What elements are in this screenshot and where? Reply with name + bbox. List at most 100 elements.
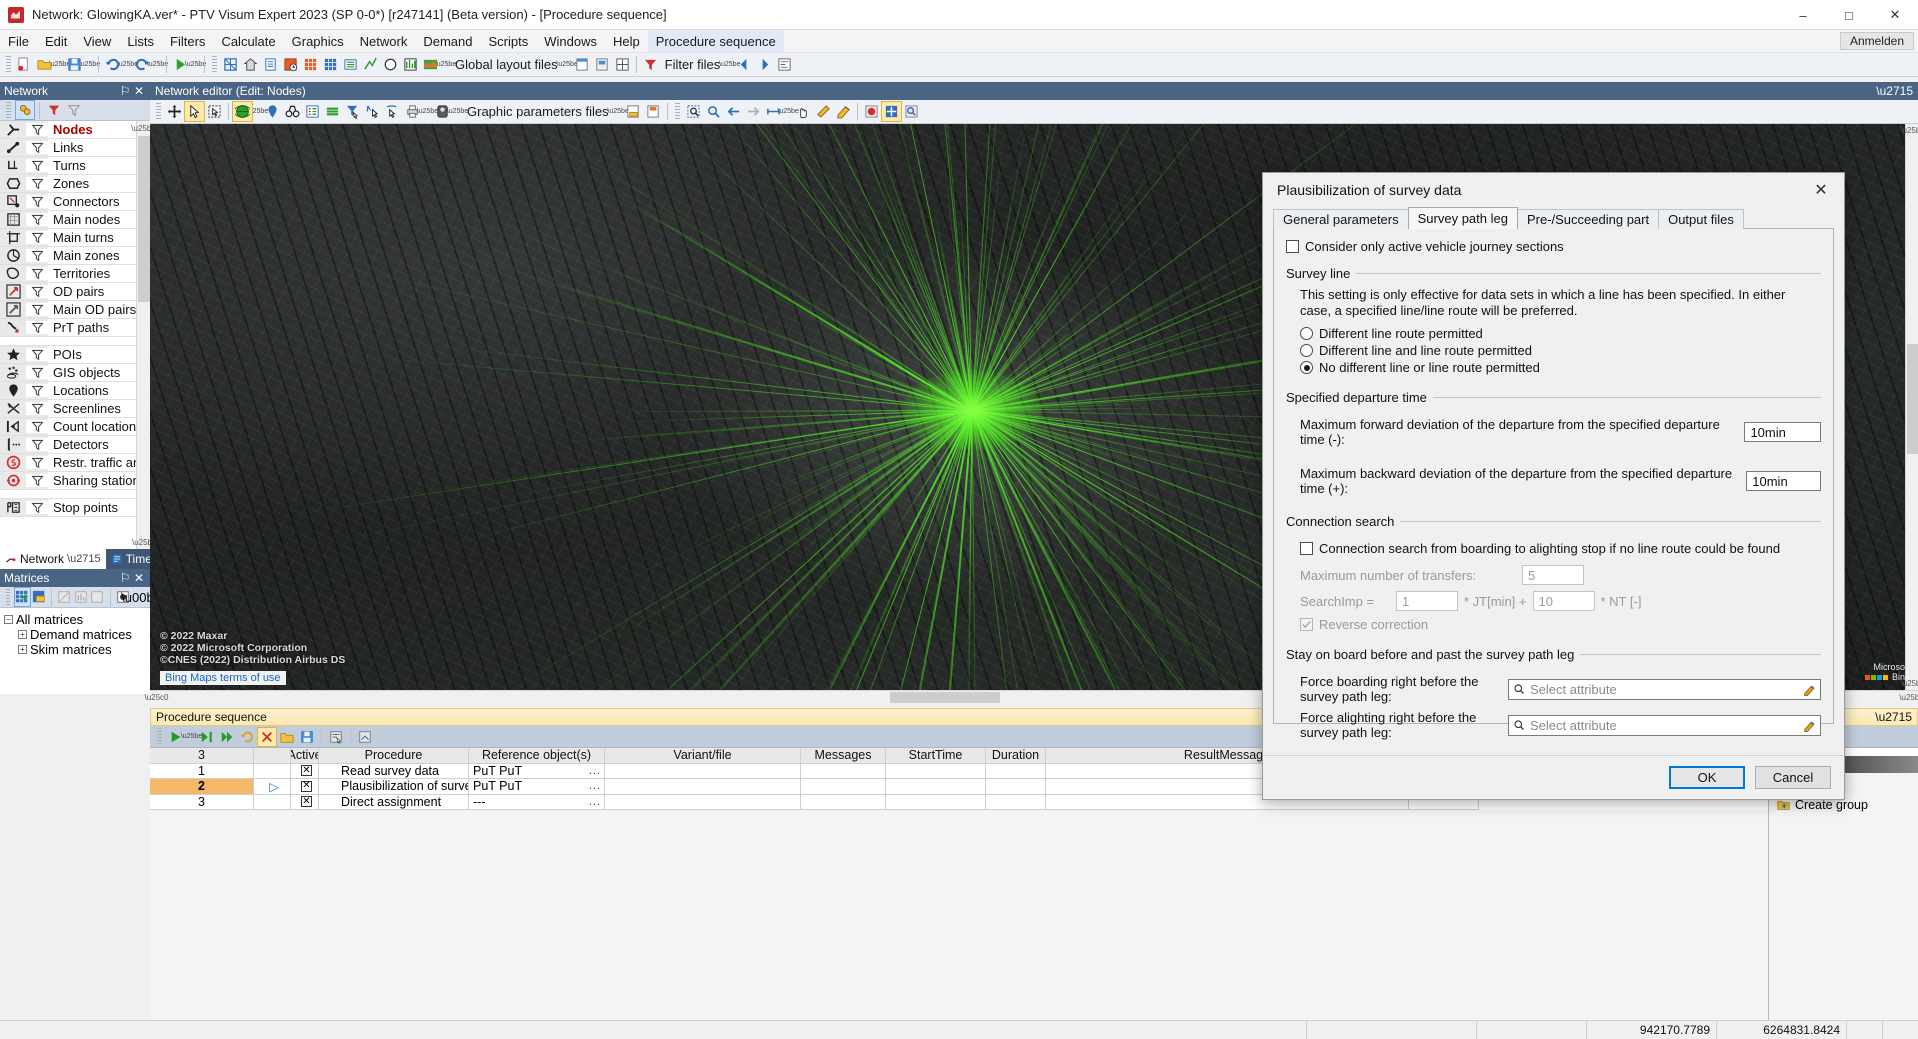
procedure-row-reference[interactable]: PuT PuT...: [469, 779, 605, 795]
backward-deviation-input[interactable]: 10min: [1746, 471, 1821, 491]
procedure-column-header-variant-file[interactable]: Variant/file: [605, 748, 801, 764]
procedure-row-marker[interactable]: ▷: [254, 779, 291, 795]
matrix-bars-icon[interactable]: [74, 588, 89, 606]
measure-ruler-icon[interactable]: [814, 102, 833, 121]
map-scroll-right-icon[interactable]: \u25b6: [1899, 691, 1918, 704]
editor-toolbar-grip-2[interactable]: [674, 103, 680, 120]
open-file-chevron-down-icon[interactable]: \u25be: [49, 55, 70, 74]
menu-item-help[interactable]: Help: [605, 30, 648, 52]
procedure-row-reference[interactable]: ---...: [469, 794, 605, 810]
menu-item-calculate[interactable]: Calculate: [213, 30, 283, 52]
network-item-main-nodes[interactable]: Main nodes: [0, 211, 150, 229]
dialog-tab-survey-path-leg[interactable]: Survey path leg: [1407, 207, 1518, 229]
procedure-reference-ellipsis-button[interactable]: ...: [586, 796, 604, 808]
bar-chart-icon[interactable]: [401, 55, 420, 74]
procedure-row-duration[interactable]: [986, 794, 1046, 810]
matrix-tree-item-all-matrices[interactable]: − All matrices: [4, 612, 150, 627]
procedure-row-starttime[interactable]: [886, 794, 986, 810]
network-item-filter-icon[interactable]: [26, 141, 48, 154]
global-layout-chevron-down-icon[interactable]: \u25be: [435, 55, 456, 74]
connection-search-checkbox[interactable]: [1300, 542, 1313, 555]
network-item-main-turns[interactable]: Main turns: [0, 229, 150, 247]
dialog-tab-output-files[interactable]: Output files: [1658, 209, 1744, 229]
editor-toolbar-grip[interactable]: [156, 103, 161, 120]
network-item-filter-icon[interactable]: [26, 123, 48, 136]
grid-layout-icon[interactable]: [613, 55, 632, 74]
graphic-parameters-chevron-down-icon[interactable]: \u25be: [607, 102, 628, 121]
select-area-icon[interactable]: [383, 102, 402, 121]
open-matrix-icon[interactable]: [32, 588, 47, 606]
network-item-main-zones[interactable]: Main zones: [0, 247, 150, 265]
network-item-filter-icon[interactable]: [26, 438, 48, 451]
procedure-row-number[interactable]: 3: [150, 794, 254, 810]
procedure-settings-icon[interactable]: [327, 728, 345, 746]
edit-pencil-icon[interactable]: [1803, 719, 1816, 732]
run-to-here-icon[interactable]: [198, 728, 216, 746]
map-horizontal-scroll-thumb[interactable]: [890, 692, 1000, 703]
menu-item-procedure-sequence[interactable]: Procedure sequence: [647, 30, 784, 52]
dialog-close-icon[interactable]: ✕: [1804, 175, 1838, 205]
map-scroll-down-icon[interactable]: \u25bc: [1900, 677, 1918, 690]
procedure-row-messages[interactable]: [801, 779, 886, 795]
procedure-row-active[interactable]: ✕: [291, 763, 319, 779]
background-map-globe-icon[interactable]: [232, 101, 253, 122]
reverse-correction-row[interactable]: Reverse correction: [1300, 617, 1821, 632]
max-transfers-input[interactable]: 5: [1522, 565, 1584, 585]
minimize-button[interactable]: –: [1780, 0, 1826, 30]
survey-line-radio-0[interactable]: [1300, 327, 1313, 340]
matrices-panel-pin-icon[interactable]: ⚐: [118, 571, 132, 585]
network-item-filter-icon[interactable]: [26, 195, 48, 208]
global-layout-files-label[interactable]: Global layout files: [451, 57, 562, 72]
survey-line-radio-2[interactable]: [1300, 361, 1313, 374]
survey-line-option-1[interactable]: Different line and line route permitted: [1300, 342, 1821, 359]
matrices-overflow-icon[interactable]: \u00bb: [121, 588, 161, 606]
procedure-active-checkbox[interactable]: ✕: [301, 765, 312, 777]
menu-item-edit[interactable]: Edit: [37, 30, 75, 52]
menu-item-demand[interactable]: Demand: [415, 30, 480, 52]
procedure-row-active[interactable]: ✕: [291, 794, 319, 810]
network-editor-close-icon[interactable]: \u2715: [1876, 84, 1913, 98]
menu-item-network[interactable]: Network: [352, 30, 416, 52]
procedure-row-duration[interactable]: [986, 779, 1046, 795]
network-item-nodes[interactable]: Nodes: [0, 121, 150, 139]
run-chevron-down-icon[interactable]: \u25be: [185, 55, 206, 74]
inactive-filter-icon[interactable]: [65, 101, 83, 119]
procedure-row-marker[interactable]: [254, 763, 291, 779]
edit-pencil-icon[interactable]: [1803, 683, 1816, 696]
procedure-row-number[interactable]: 1: [150, 763, 254, 779]
procedure-row-starttime[interactable]: [886, 763, 986, 779]
circle-diagram-icon[interactable]: [381, 55, 400, 74]
save-icon[interactable]: [65, 55, 84, 74]
procedure-row-active[interactable]: ✕: [291, 779, 319, 795]
force-alighting-input[interactable]: Select attribute: [1508, 714, 1821, 736]
previous-view-icon[interactable]: [724, 102, 743, 121]
dialog-tab-general-parameters[interactable]: General parameters: [1273, 209, 1409, 229]
toolbar-grip-2[interactable]: [212, 56, 217, 73]
network-item-filter-icon[interactable]: [26, 402, 48, 415]
network-list-scrollbar[interactable]: \u25b2 \u25bc: [131, 121, 156, 549]
zoom-window-icon[interactable]: [684, 102, 703, 121]
save-graphic-params-icon[interactable]: [644, 102, 663, 121]
save-layout-icon[interactable]: [593, 55, 612, 74]
survey-line-option-0[interactable]: Different line route permitted: [1300, 325, 1821, 342]
network-item-filter-icon[interactable]: [26, 285, 48, 298]
procedure-active-checkbox[interactable]: ✕: [301, 796, 312, 808]
procedure-column-header-procedure[interactable]: Procedure: [319, 748, 469, 764]
print-icon[interactable]: [403, 102, 422, 121]
search-object-icon[interactable]: [902, 102, 921, 121]
network-item-filter-icon[interactable]: [26, 501, 48, 514]
menu-item-view[interactable]: View: [75, 30, 119, 52]
dock-tab-network[interactable]: Network \u2715: [0, 549, 106, 569]
procedure-row-variant[interactable]: [605, 794, 801, 810]
procedure-column-header-3[interactable]: 3: [150, 748, 254, 764]
hand-pan-icon[interactable]: [794, 102, 813, 121]
procedure-row-messages[interactable]: [801, 794, 886, 810]
map-vertical-scrollbar[interactable]: \u25b2 \u25bc: [1900, 124, 1918, 690]
snap-grid-icon[interactable]: [880, 101, 902, 122]
procedure-row-name[interactable]: Read survey data: [319, 763, 469, 779]
menu-item-windows[interactable]: Windows: [536, 30, 605, 52]
searchimp-factor1-input[interactable]: 1: [1396, 591, 1458, 611]
network-item-main-od-pairs[interactable]: Main OD pairs: [0, 301, 150, 319]
procedure-column-header-duration[interactable]: Duration: [986, 748, 1046, 764]
run-procedure-icon[interactable]: [171, 55, 190, 74]
